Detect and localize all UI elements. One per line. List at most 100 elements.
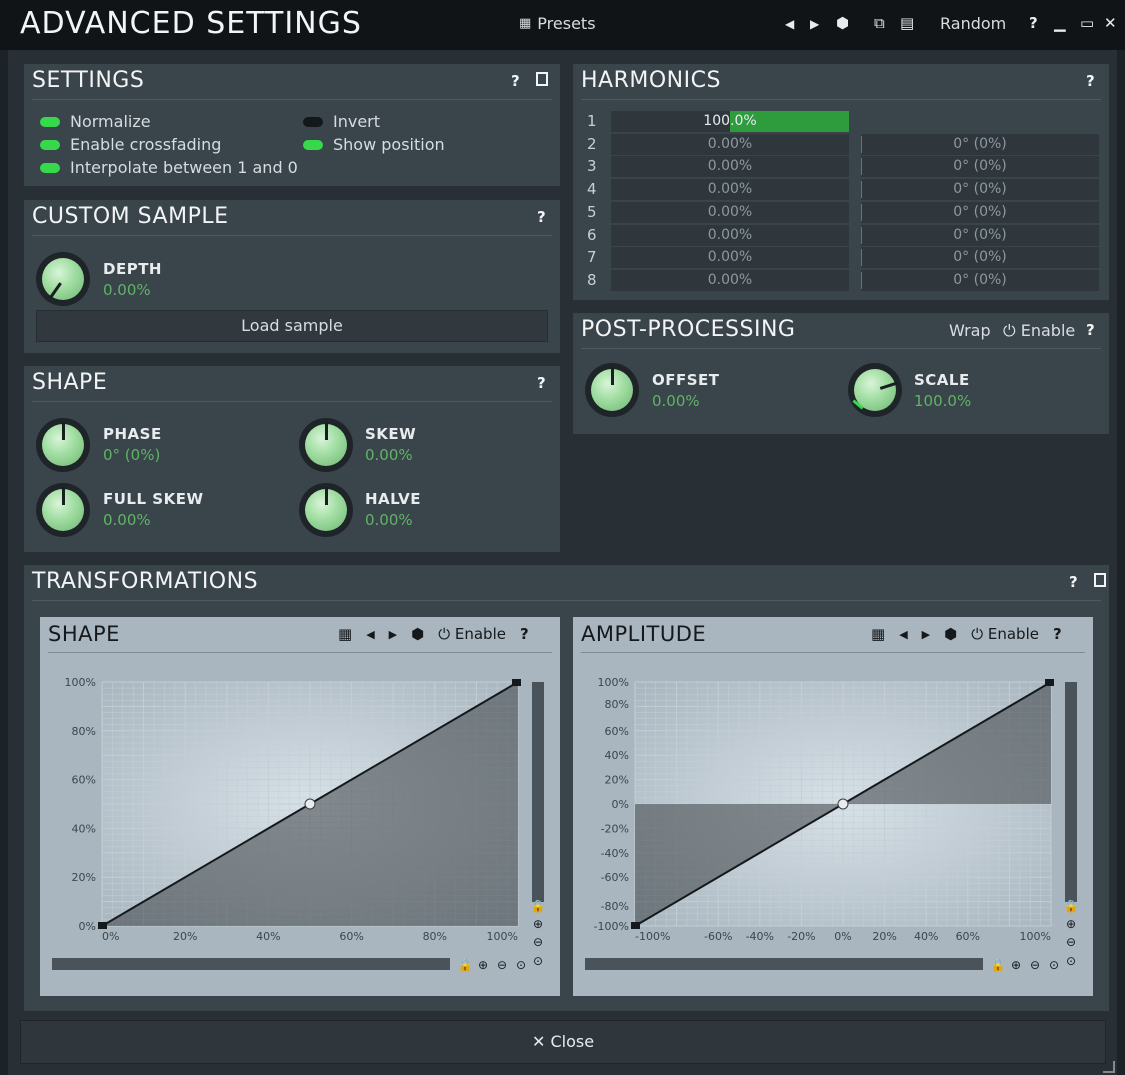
harmonic-phase[interactable]: 0° (0%)	[861, 133, 1099, 155]
grid-icon[interactable]: ▦	[871, 625, 885, 643]
zoom-reset-icon[interactable]: ⊙	[1066, 954, 1076, 968]
settings-menu-icon[interactable]	[536, 72, 548, 86]
vertical-scrollbar[interactable]	[1065, 682, 1077, 902]
shape-enable-button[interactable]: ⏻ Enable	[438, 625, 506, 643]
enable-button[interactable]: ⏻ Enable	[1003, 321, 1075, 341]
transformations-menu-icon[interactable]	[1094, 573, 1106, 587]
zoom-reset-icon[interactable]: ⊙	[1049, 958, 1059, 972]
paste-icon[interactable]: ▤	[900, 14, 914, 32]
next-icon[interactable]: ▶	[922, 628, 930, 641]
prev-icon[interactable]: ◀	[899, 628, 907, 641]
wrap-button[interactable]: Wrap	[949, 321, 991, 340]
amplitude-enable-button[interactable]: ⏻ Enable	[971, 625, 1039, 643]
close-window-icon[interactable]: ✕	[1104, 14, 1117, 32]
custom-sample-help-icon[interactable]: ?	[537, 208, 546, 226]
zoom-out-icon[interactable]: ⊖	[497, 958, 507, 972]
grid-icon[interactable]: ▦	[338, 625, 352, 643]
harmonic-amplitude[interactable]: 0.00%	[611, 224, 849, 246]
presets-button[interactable]: ▦ Presets	[519, 14, 596, 33]
phase-value: 0° (0%)	[953, 181, 1007, 198]
phase-value: 0° (0%)	[953, 135, 1007, 152]
skew-knob[interactable]	[299, 418, 353, 472]
harmonic-amplitude[interactable]: 0.00%	[611, 247, 849, 269]
post-processing-help-icon[interactable]: ?	[1086, 321, 1095, 339]
y-tick-label: -100%	[594, 920, 629, 933]
harmonic-phase[interactable]: 0° (0%)	[861, 269, 1099, 291]
depth-knob[interactable]	[36, 252, 90, 306]
horizontal-scrollbar[interactable]	[585, 958, 983, 970]
zoom-reset-icon[interactable]: ⊙	[533, 954, 543, 968]
shape-graph-help-icon[interactable]: ?	[520, 625, 529, 643]
shape-help-icon[interactable]: ?	[537, 374, 546, 392]
curve-endpoint[interactable]	[1045, 679, 1054, 686]
lock-icon[interactable]: 🔒	[458, 958, 473, 972]
help-icon[interactable]: ?	[1029, 14, 1038, 32]
dice-icon[interactable]: ⬢	[944, 625, 957, 643]
curve-point[interactable]	[304, 798, 316, 810]
offset-knob[interactable]	[585, 363, 639, 417]
zoom-in-icon[interactable]: ⊕	[478, 958, 488, 972]
resize-handle[interactable]	[1103, 1061, 1115, 1073]
halve-knob[interactable]	[299, 483, 353, 537]
harmonic-amplitude[interactable]: 0.00%	[611, 201, 849, 223]
random-button[interactable]: Random	[940, 14, 1006, 33]
lock-icon[interactable]: 🔒	[1064, 899, 1079, 913]
horizontal-scrollbar[interactable]	[52, 958, 450, 970]
scale-knob[interactable]	[848, 363, 902, 417]
next-preset-icon[interactable]: ▶	[810, 17, 819, 31]
toggle-interpolate[interactable]: Interpolate between 1 and 0	[40, 158, 298, 177]
lock-icon[interactable]: 🔒	[531, 899, 546, 913]
shape-graph[interactable]: 100% 80% 60% 40% 20% 0% 0% 20% 40% 60% 80% 100% 🔒 ⊕ ⊖ ⊙…	[40, 654, 560, 996]
vertical-scrollbar[interactable]	[532, 682, 544, 902]
zoom-in-icon[interactable]: ⊕	[1066, 917, 1076, 931]
copy-icon[interactable]: ⧉	[874, 14, 885, 32]
harmonic-phase[interactable]: 0° (0%)	[861, 247, 1099, 269]
curve-endpoint[interactable]	[98, 922, 107, 929]
dice-icon[interactable]: ⬢	[411, 625, 424, 643]
zoom-out-icon[interactable]: ⊖	[1066, 935, 1076, 949]
next-icon[interactable]: ▶	[389, 628, 397, 641]
harmonic-phase[interactable]: 0° (0%)	[861, 201, 1099, 223]
curve-point[interactable]	[837, 798, 849, 810]
toggle-normalize[interactable]: Normalize	[40, 112, 151, 131]
dice-icon[interactable]: ⬢	[836, 14, 849, 32]
zoom-reset-icon[interactable]: ⊙	[516, 958, 526, 972]
harmonic-amplitude[interactable]: 0.00%	[611, 156, 849, 178]
harmonic-phase[interactable]: 0° (0%)	[861, 224, 1099, 246]
harmonic-phase[interactable]: 0° (0%)	[861, 179, 1099, 201]
harmonic-amplitude[interactable]: 0.00%	[611, 133, 849, 155]
load-sample-button[interactable]: Load sample	[36, 310, 548, 342]
harmonic-amplitude[interactable]: 0.00%	[611, 179, 849, 201]
settings-help-icon[interactable]: ?	[511, 72, 520, 90]
x-tick-label: 0%	[102, 930, 119, 943]
transformations-help-icon[interactable]: ?	[1069, 573, 1078, 591]
settings-panel: SETTINGS ? Normalize Enable crossfading …	[24, 64, 560, 186]
post-processing-title: POST-PROCESSING	[581, 317, 796, 342]
amplitude-graph-help-icon[interactable]: ?	[1053, 625, 1062, 643]
zoom-out-icon[interactable]: ⊖	[533, 935, 543, 949]
curve-endpoint[interactable]	[512, 679, 521, 686]
phase-knob[interactable]	[36, 418, 90, 472]
zoom-in-icon[interactable]: ⊕	[533, 917, 543, 931]
lock-icon[interactable]: 🔒	[991, 958, 1006, 972]
zoom-in-icon[interactable]: ⊕	[1011, 958, 1021, 972]
zoom-out-icon[interactable]: ⊖	[1030, 958, 1040, 972]
harmonic-phase[interactable]: 0° (0%)	[861, 156, 1099, 178]
maximize-icon[interactable]: ▭	[1080, 14, 1094, 32]
close-button[interactable]: ✕ Close	[20, 1020, 1106, 1064]
full-skew-label: FULL SKEW	[103, 490, 204, 508]
toggle-label: Invert	[333, 112, 381, 131]
amplitude-graph[interactable]: 100%80%60%40%20%0%-20%-40%-60%-80%-100%-…	[573, 654, 1093, 996]
harmonics-help-icon[interactable]: ?	[1086, 72, 1095, 90]
minimize-icon[interactable]: ▁	[1054, 14, 1066, 32]
prev-preset-icon[interactable]: ◀	[785, 17, 794, 31]
toggle-enable-crossfading[interactable]: Enable crossfading	[40, 135, 221, 154]
harmonic-amplitude[interactable]: 0.00%	[611, 269, 849, 291]
harmonic-amplitude[interactable]: 100.0%	[611, 111, 849, 132]
full-skew-knob[interactable]	[36, 483, 90, 537]
toggle-invert[interactable]: Invert	[303, 112, 380, 131]
curve-endpoint[interactable]	[631, 922, 640, 929]
toggle-show-position[interactable]: Show position	[303, 135, 445, 154]
prev-icon[interactable]: ◀	[366, 628, 374, 641]
amplitude-value: 0.00%	[707, 158, 753, 175]
